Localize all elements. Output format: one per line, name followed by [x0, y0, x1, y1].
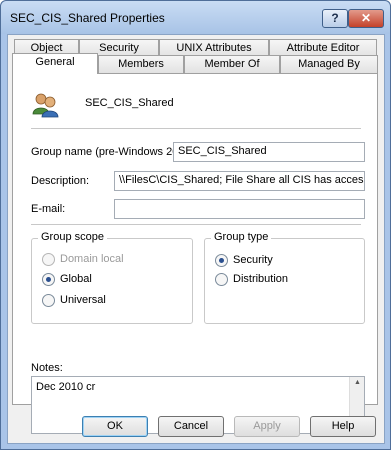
close-button[interactable]: ✕ — [348, 9, 384, 28]
group-icon — [31, 92, 61, 121]
scroll-up-icon[interactable]: ▲ — [354, 379, 361, 386]
email-label: E-mail: — [31, 203, 66, 215]
help-title-button[interactable]: ? — [322, 9, 348, 28]
tab-managed-by[interactable]: Managed By — [280, 55, 378, 73]
group-name-field[interactable]: SEC_CIS_Shared — [173, 142, 365, 162]
cancel-button[interactable]: Cancel — [158, 416, 224, 437]
help-button[interactable]: Help — [310, 416, 376, 437]
description-field[interactable]: \\FilesC\CIS_Shared; File Share all CIS … — [114, 171, 365, 191]
domain-local-label: Domain local — [60, 253, 124, 265]
universal-radio[interactable] — [42, 294, 55, 307]
apply-button[interactable]: Apply — [234, 416, 300, 437]
distribution-label: Distribution — [233, 273, 289, 285]
notes-text: Dec 2010 cr — [36, 381, 96, 393]
global-radio[interactable] — [42, 273, 55, 286]
separator — [31, 224, 361, 225]
window-title: SEC_CIS_Shared Properties — [10, 11, 165, 25]
group-scope-legend: Group scope — [38, 231, 107, 243]
general-tab-panel: SEC_CIS_Shared Group name (pre-Windows 2… — [12, 73, 378, 434]
tab-general[interactable]: General — [12, 53, 98, 74]
dialog-client-area: Object Security UNIX Attributes Attribut… — [7, 34, 385, 444]
separator — [31, 128, 361, 129]
group-scope-box: Group scope Domain local Global Universa… — [31, 231, 193, 324]
email-field[interactable] — [114, 199, 365, 219]
ok-button[interactable]: OK — [82, 416, 148, 437]
description-label: Description: — [31, 175, 90, 187]
group-display-name: SEC_CIS_Shared — [85, 97, 174, 109]
group-type-box: Group type Security Distribution — [204, 231, 365, 324]
properties-window: SEC_CIS_Shared Properties ? ✕ Object Sec… — [0, 0, 391, 450]
security-label: Security — [233, 254, 273, 266]
security-radio[interactable] — [215, 254, 228, 267]
title-bar[interactable]: SEC_CIS_Shared Properties ? ✕ — [1, 1, 390, 34]
tab-member-of[interactable]: Member Of — [184, 55, 280, 73]
domain-local-radio[interactable] — [42, 253, 55, 266]
universal-label: Universal — [60, 294, 106, 306]
tab-members[interactable]: Members — [98, 55, 184, 73]
distribution-radio[interactable] — [215, 273, 228, 286]
notes-label: Notes: — [31, 362, 63, 374]
group-type-legend: Group type — [211, 231, 272, 243]
global-label: Global — [60, 273, 92, 285]
